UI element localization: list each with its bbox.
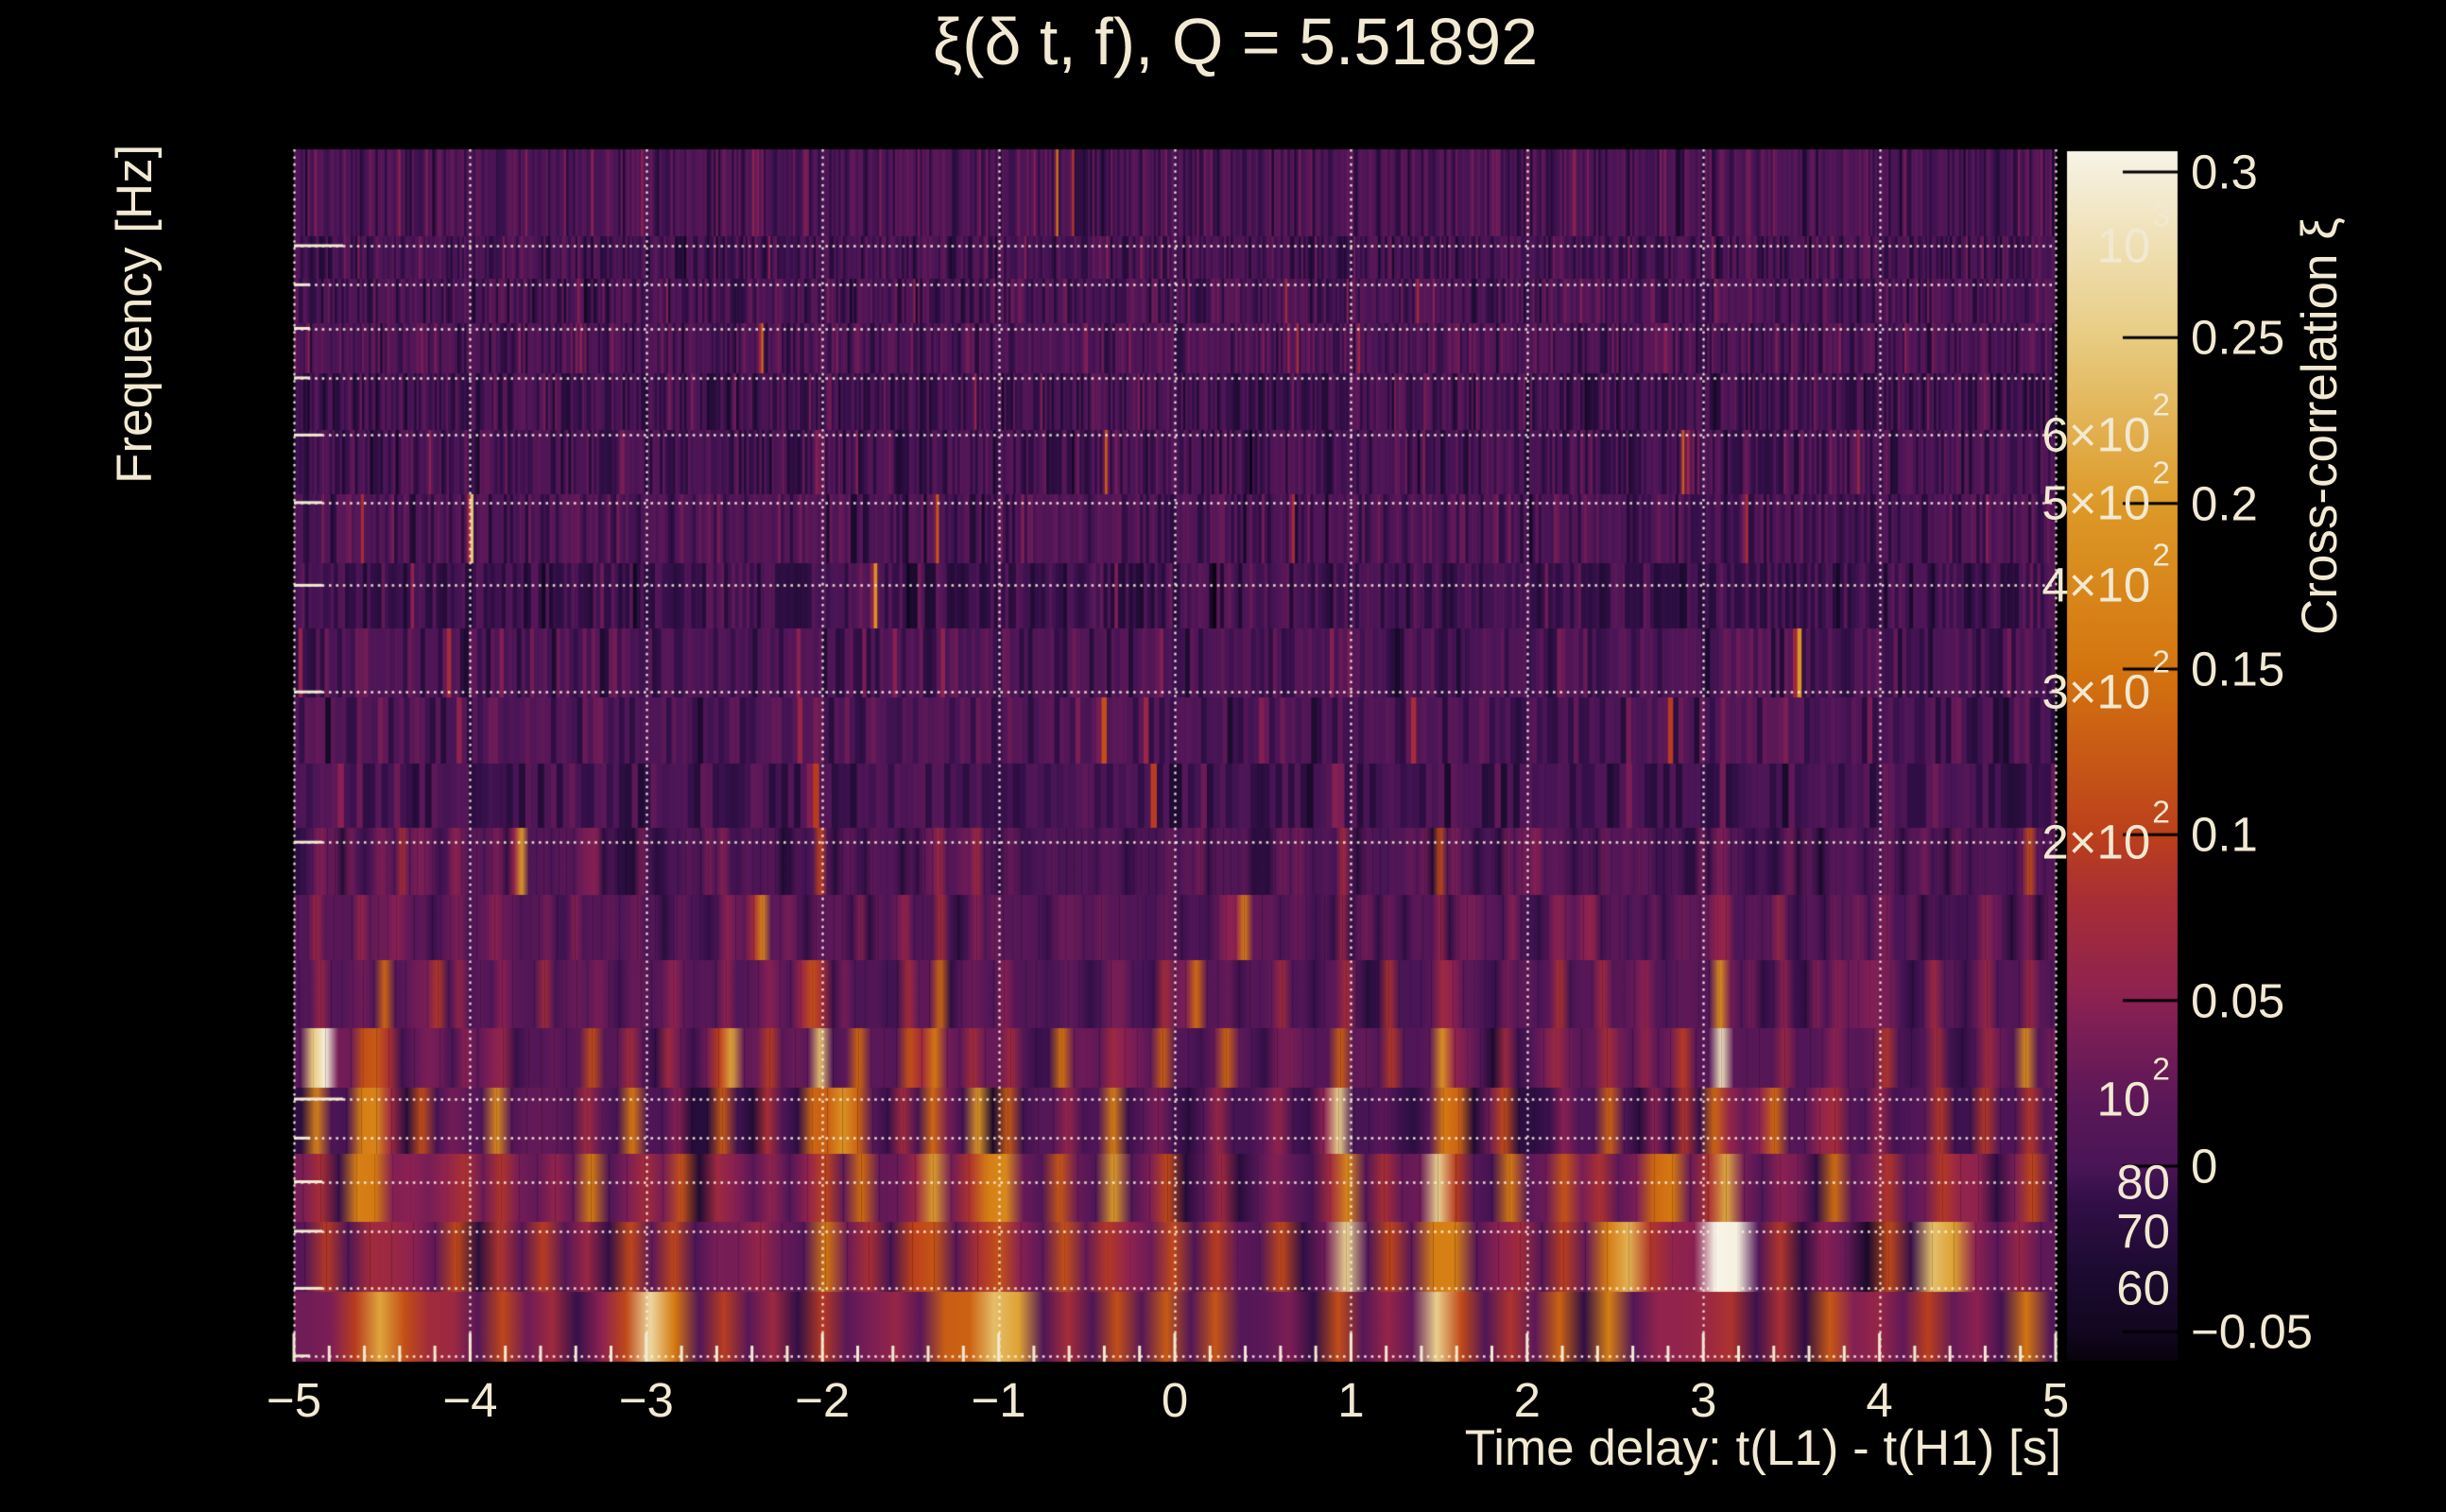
colorbar-tick-label: −0.05 xyxy=(2191,1304,2313,1360)
colorbar-tick-label: 0.25 xyxy=(2191,310,2284,366)
x-tick-label: 5 xyxy=(1980,1372,2131,1428)
colorbar-tick-label: 0.2 xyxy=(2191,475,2258,531)
y-tick-label: 4×102 xyxy=(2041,558,2170,613)
y-tick-label: 70 xyxy=(2116,1203,2170,1259)
x-tick-label: −2 xyxy=(747,1372,898,1428)
x-tick-label: −4 xyxy=(394,1372,545,1428)
y-tick-label: 2×102 xyxy=(2041,815,2170,870)
colorbar-tick-label: 0.15 xyxy=(2191,641,2284,696)
x-tick-label: −1 xyxy=(923,1372,1075,1428)
x-tick-label: −3 xyxy=(571,1372,722,1428)
x-tick-label: 4 xyxy=(1804,1372,1955,1428)
x-axis-title: Time delay: t(L1) - t(H1) [s] xyxy=(1465,1419,2061,1477)
colorbar-tick-label: 0.05 xyxy=(2191,972,2284,1028)
heatmap-canvas xyxy=(0,0,2446,1512)
x-tick-label: 2 xyxy=(1452,1372,1603,1428)
y-tick-label: 5×102 xyxy=(2041,474,2170,530)
page-title: ξ(δ t, f), Q = 5.51892 xyxy=(294,4,2177,79)
y-tick-label: 102 xyxy=(2097,1072,2170,1127)
colorbar-tick-label: 0.3 xyxy=(2191,145,2258,200)
x-tick-label: 3 xyxy=(1628,1372,1779,1428)
y-tick-label: 3×102 xyxy=(2041,664,2170,720)
y-tick-label: 6×102 xyxy=(2041,407,2170,463)
y-tick-label: 80 xyxy=(2116,1154,2170,1210)
x-tick-label: 0 xyxy=(1099,1372,1250,1428)
y-axis-title: Frequency [Hz] xyxy=(106,145,164,484)
x-tick-label: −5 xyxy=(218,1372,370,1428)
qscan-cross-correlation-figure: ξ(δ t, f), Q = 5.51892 Frequency [Hz] Ti… xyxy=(0,0,2446,1512)
colorbar-title: Cross-correlation ξ xyxy=(2291,217,2349,635)
x-tick-label: 1 xyxy=(1275,1372,1426,1428)
colorbar-tick-label: 0 xyxy=(2191,1138,2217,1194)
colorbar-tick-label: 0.1 xyxy=(2191,807,2258,863)
y-tick-label: 103 xyxy=(2097,218,2170,274)
y-tick-label: 60 xyxy=(2116,1261,2170,1316)
